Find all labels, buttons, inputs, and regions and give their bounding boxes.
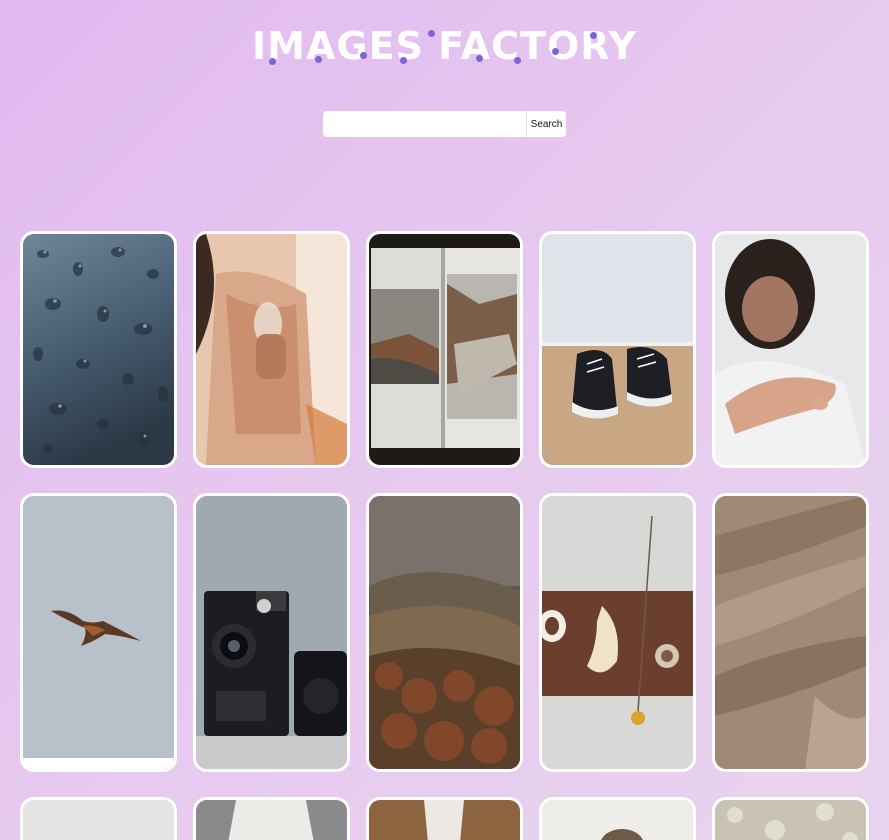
gallery-image-sand-texture[interactable] — [712, 493, 869, 772]
gallery-image-13[interactable] — [366, 797, 523, 840]
header: IMAGES FACTORY — [0, 24, 889, 68]
page-title-text: IMAGES FACTORY — [252, 24, 637, 68]
gallery-image-open-book[interactable] — [366, 231, 523, 468]
search-input[interactable] — [323, 111, 526, 137]
gallery-image-misty-hills[interactable] — [366, 493, 523, 772]
gallery-image-outstretched-hand[interactable] — [712, 231, 869, 468]
gallery-image-sneakers[interactable] — [539, 231, 696, 468]
gallery-image-11[interactable] — [20, 797, 177, 840]
search-button[interactable]: Search — [526, 111, 566, 137]
gallery-image-12[interactable] — [193, 797, 350, 840]
gallery-image-petal-on-shelf[interactable] — [539, 493, 696, 772]
gallery-image-vintage-camera[interactable] — [193, 493, 350, 772]
page-title: IMAGES FACTORY — [252, 24, 637, 68]
gallery-image-woman-with-glass[interactable] — [193, 231, 350, 468]
gallery-image-14[interactable] — [539, 797, 696, 840]
gallery-image-15[interactable] — [712, 797, 869, 840]
gallery-image-rain-drops[interactable] — [20, 231, 177, 468]
gallery-image-bird-flying[interactable] — [20, 493, 177, 772]
search-bar: Search — [323, 111, 566, 137]
